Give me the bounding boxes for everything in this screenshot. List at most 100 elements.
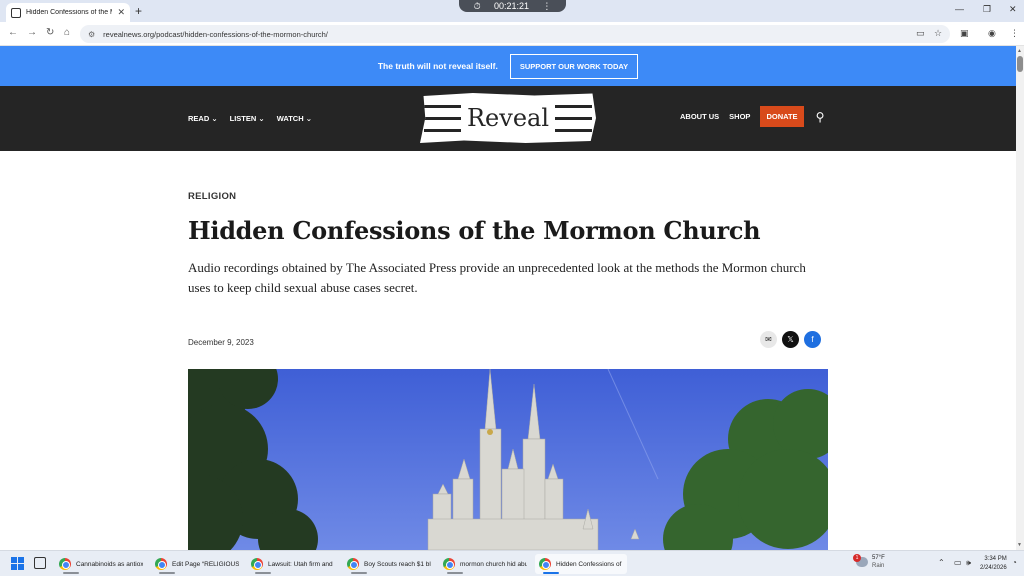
nav-listen-label: LISTEN [229, 114, 257, 123]
system-clock[interactable]: 3:34 PM 2/24/2026 [980, 555, 1007, 573]
taskbar-app-4[interactable]: Boy Scouts reach $1 bln [343, 554, 435, 574]
running-indicator [63, 572, 79, 574]
recording-timer: ⏱ 00:21:21 ⋮ [459, 0, 566, 12]
running-indicator [159, 572, 175, 574]
chrome-icon [155, 558, 167, 570]
weather-text: 57°F Rain [872, 554, 885, 570]
nav-read-label: READ [188, 114, 210, 123]
menu-icon[interactable]: ⋮ [1010, 28, 1019, 39]
main-nav: READ ⌄ LISTEN ⌄ WATCH ⌄ [188, 114, 312, 123]
article-title: Hidden Confessions of the Mormon Church [188, 216, 761, 245]
article-date: December 9, 2023 [188, 338, 254, 347]
url-text: revealnews.org/podcast/hidden-confession… [103, 29, 328, 39]
taskbar-app-1[interactable]: Cannabinoids as antioxi [55, 554, 147, 574]
running-indicator [351, 572, 367, 574]
cast-icon[interactable]: ▭ [916, 28, 925, 39]
back-icon[interactable]: ← [8, 27, 18, 38]
page-scrollbar[interactable]: ▲ ▼ [1016, 46, 1024, 550]
nav-listen[interactable]: LISTEN ⌄ [230, 114, 265, 123]
scrollbar-thumb[interactable] [1017, 56, 1023, 72]
scroll-down-icon[interactable]: ▼ [1017, 542, 1022, 548]
chrome-icon [539, 558, 551, 570]
weather-widget[interactable]: 1 57°F Rain [853, 554, 885, 570]
weather-condition: Rain [872, 563, 885, 569]
nav-watch[interactable]: WATCH ⌄ [277, 114, 312, 123]
page-favicon-icon [11, 7, 21, 18]
taskbar-app-label: Lawsuit: Utah firm and I [268, 560, 335, 568]
taskbar-app-label: Hidden Confessions of t [556, 560, 623, 568]
running-indicator [255, 572, 271, 574]
promo-text: The truth will not reveal itself. [377, 61, 498, 71]
taskbar-app-label: mormon church hid abu [460, 560, 527, 568]
profile-icon[interactable]: ◉ [988, 28, 996, 39]
mail-icon[interactable]: ✉ [760, 331, 777, 348]
nav-shop[interactable]: SHOP [729, 112, 750, 121]
site-header: READ ⌄ LISTEN ⌄ WATCH ⌄ Reveal ABOUT US … [0, 86, 1016, 151]
nav-read[interactable]: READ ⌄ [188, 114, 218, 123]
temple-photo [188, 369, 828, 550]
weather-cloud-icon: 1 [853, 554, 868, 567]
tray-chevron-icon[interactable]: ⌃ [938, 558, 945, 567]
notification-badge: 1 [853, 554, 861, 562]
site-info-icon[interactable]: ⚙ [88, 30, 95, 39]
notifications-icon[interactable]: ◔ [1012, 558, 1017, 567]
side-panel-icon[interactable]: ▣ [960, 28, 969, 39]
taskbar-app-5[interactable]: mormon church hid abu [439, 554, 531, 574]
promo-banner: The truth will not reveal itself. SUPPOR… [0, 46, 1016, 86]
running-indicator [447, 572, 463, 574]
nav-about-us[interactable]: ABOUT US [680, 112, 719, 121]
stopwatch-icon: ⏱ [473, 0, 481, 11]
address-bar: ← → ↻ ⌂ ⚙ revealnews.org/podcast/hidden-… [0, 22, 1024, 46]
site-logo[interactable]: Reveal [420, 93, 596, 143]
secondary-nav: ABOUT US SHOP DONATE ⚲ [680, 106, 824, 127]
article-header: RELIGION Hidden Confessions of the Mormo… [188, 191, 828, 298]
new-tab-icon[interactable]: + [135, 4, 142, 18]
logo-text: Reveal [460, 104, 556, 132]
clock-time: 3:34 PM [984, 556, 1007, 562]
minimize-icon[interactable]: — [955, 4, 964, 14]
forward-icon[interactable]: → [27, 27, 37, 38]
facebook-icon[interactable]: f [804, 331, 821, 348]
browser-tab-strip: Hidden Confessions of the Mor ✕ + ⏱ 00:2… [0, 0, 1024, 22]
browser-tab-active[interactable]: Hidden Confessions of the Mor ✕ [6, 3, 130, 22]
chrome-icon [251, 558, 263, 570]
support-button[interactable]: SUPPORT OUR WORK TODAY [509, 53, 639, 79]
x-icon[interactable]: 𝕏 [782, 331, 799, 348]
windows-start-icon[interactable] [11, 557, 24, 570]
share-buttons: ✉ 𝕏 f [760, 331, 821, 348]
web-page: The truth will not reveal itself. SUPPOR… [0, 46, 1016, 550]
taskbar-app-6[interactable]: Hidden Confessions of t [535, 554, 627, 574]
task-view-icon[interactable] [34, 557, 46, 569]
bookmark-star-icon[interactable]: ☆ [934, 28, 942, 39]
chrome-icon [347, 558, 359, 570]
restore-icon[interactable]: ❐ [983, 4, 991, 15]
weather-temp: 57°F [872, 555, 885, 561]
close-window-icon[interactable]: ✕ [1009, 4, 1017, 15]
timer-value: 00:21:21 [493, 1, 530, 11]
close-tab-icon[interactable]: ✕ [117, 7, 125, 18]
category-link[interactable]: RELIGION [188, 191, 828, 202]
taskbar-app-3[interactable]: Lawsuit: Utah firm and I [247, 554, 339, 574]
taskbar: Cannabinoids as antioxi Edit Page “RELIG… [0, 550, 1024, 576]
chrome-icon [59, 558, 71, 570]
article-dek: Audio recordings obtained by The Associa… [188, 260, 806, 295]
taskbar-app-label: Boy Scouts reach $1 bln [364, 560, 431, 568]
chrome-icon [443, 558, 455, 570]
hero-image [188, 369, 828, 550]
running-indicator [543, 572, 559, 574]
taskbar-app-label: Cannabinoids as antioxi [76, 560, 143, 568]
search-icon[interactable]: ⚲ [816, 110, 825, 124]
tab-title: Hidden Confessions of the Mor [26, 9, 112, 16]
more-icon[interactable]: ⋮ [542, 1, 551, 12]
volume-icon[interactable]: 🕪 [966, 558, 971, 568]
network-icon[interactable]: ▭ [954, 558, 962, 567]
taskbar-app-label: Edit Page “RELIGIOUS TI [172, 560, 239, 568]
url-field[interactable]: ⚙ revealnews.org/podcast/hidden-confessi… [80, 25, 950, 43]
taskbar-app-2[interactable]: Edit Page “RELIGIOUS TI [151, 554, 243, 574]
scroll-up-icon[interactable]: ▲ [1017, 48, 1022, 54]
clock-date: 2/24/2026 [980, 565, 1007, 571]
reload-icon[interactable]: ↻ [46, 27, 54, 38]
donate-button[interactable]: DONATE [760, 106, 804, 127]
nav-watch-label: WATCH [276, 114, 304, 123]
home-icon[interactable]: ⌂ [64, 27, 70, 38]
